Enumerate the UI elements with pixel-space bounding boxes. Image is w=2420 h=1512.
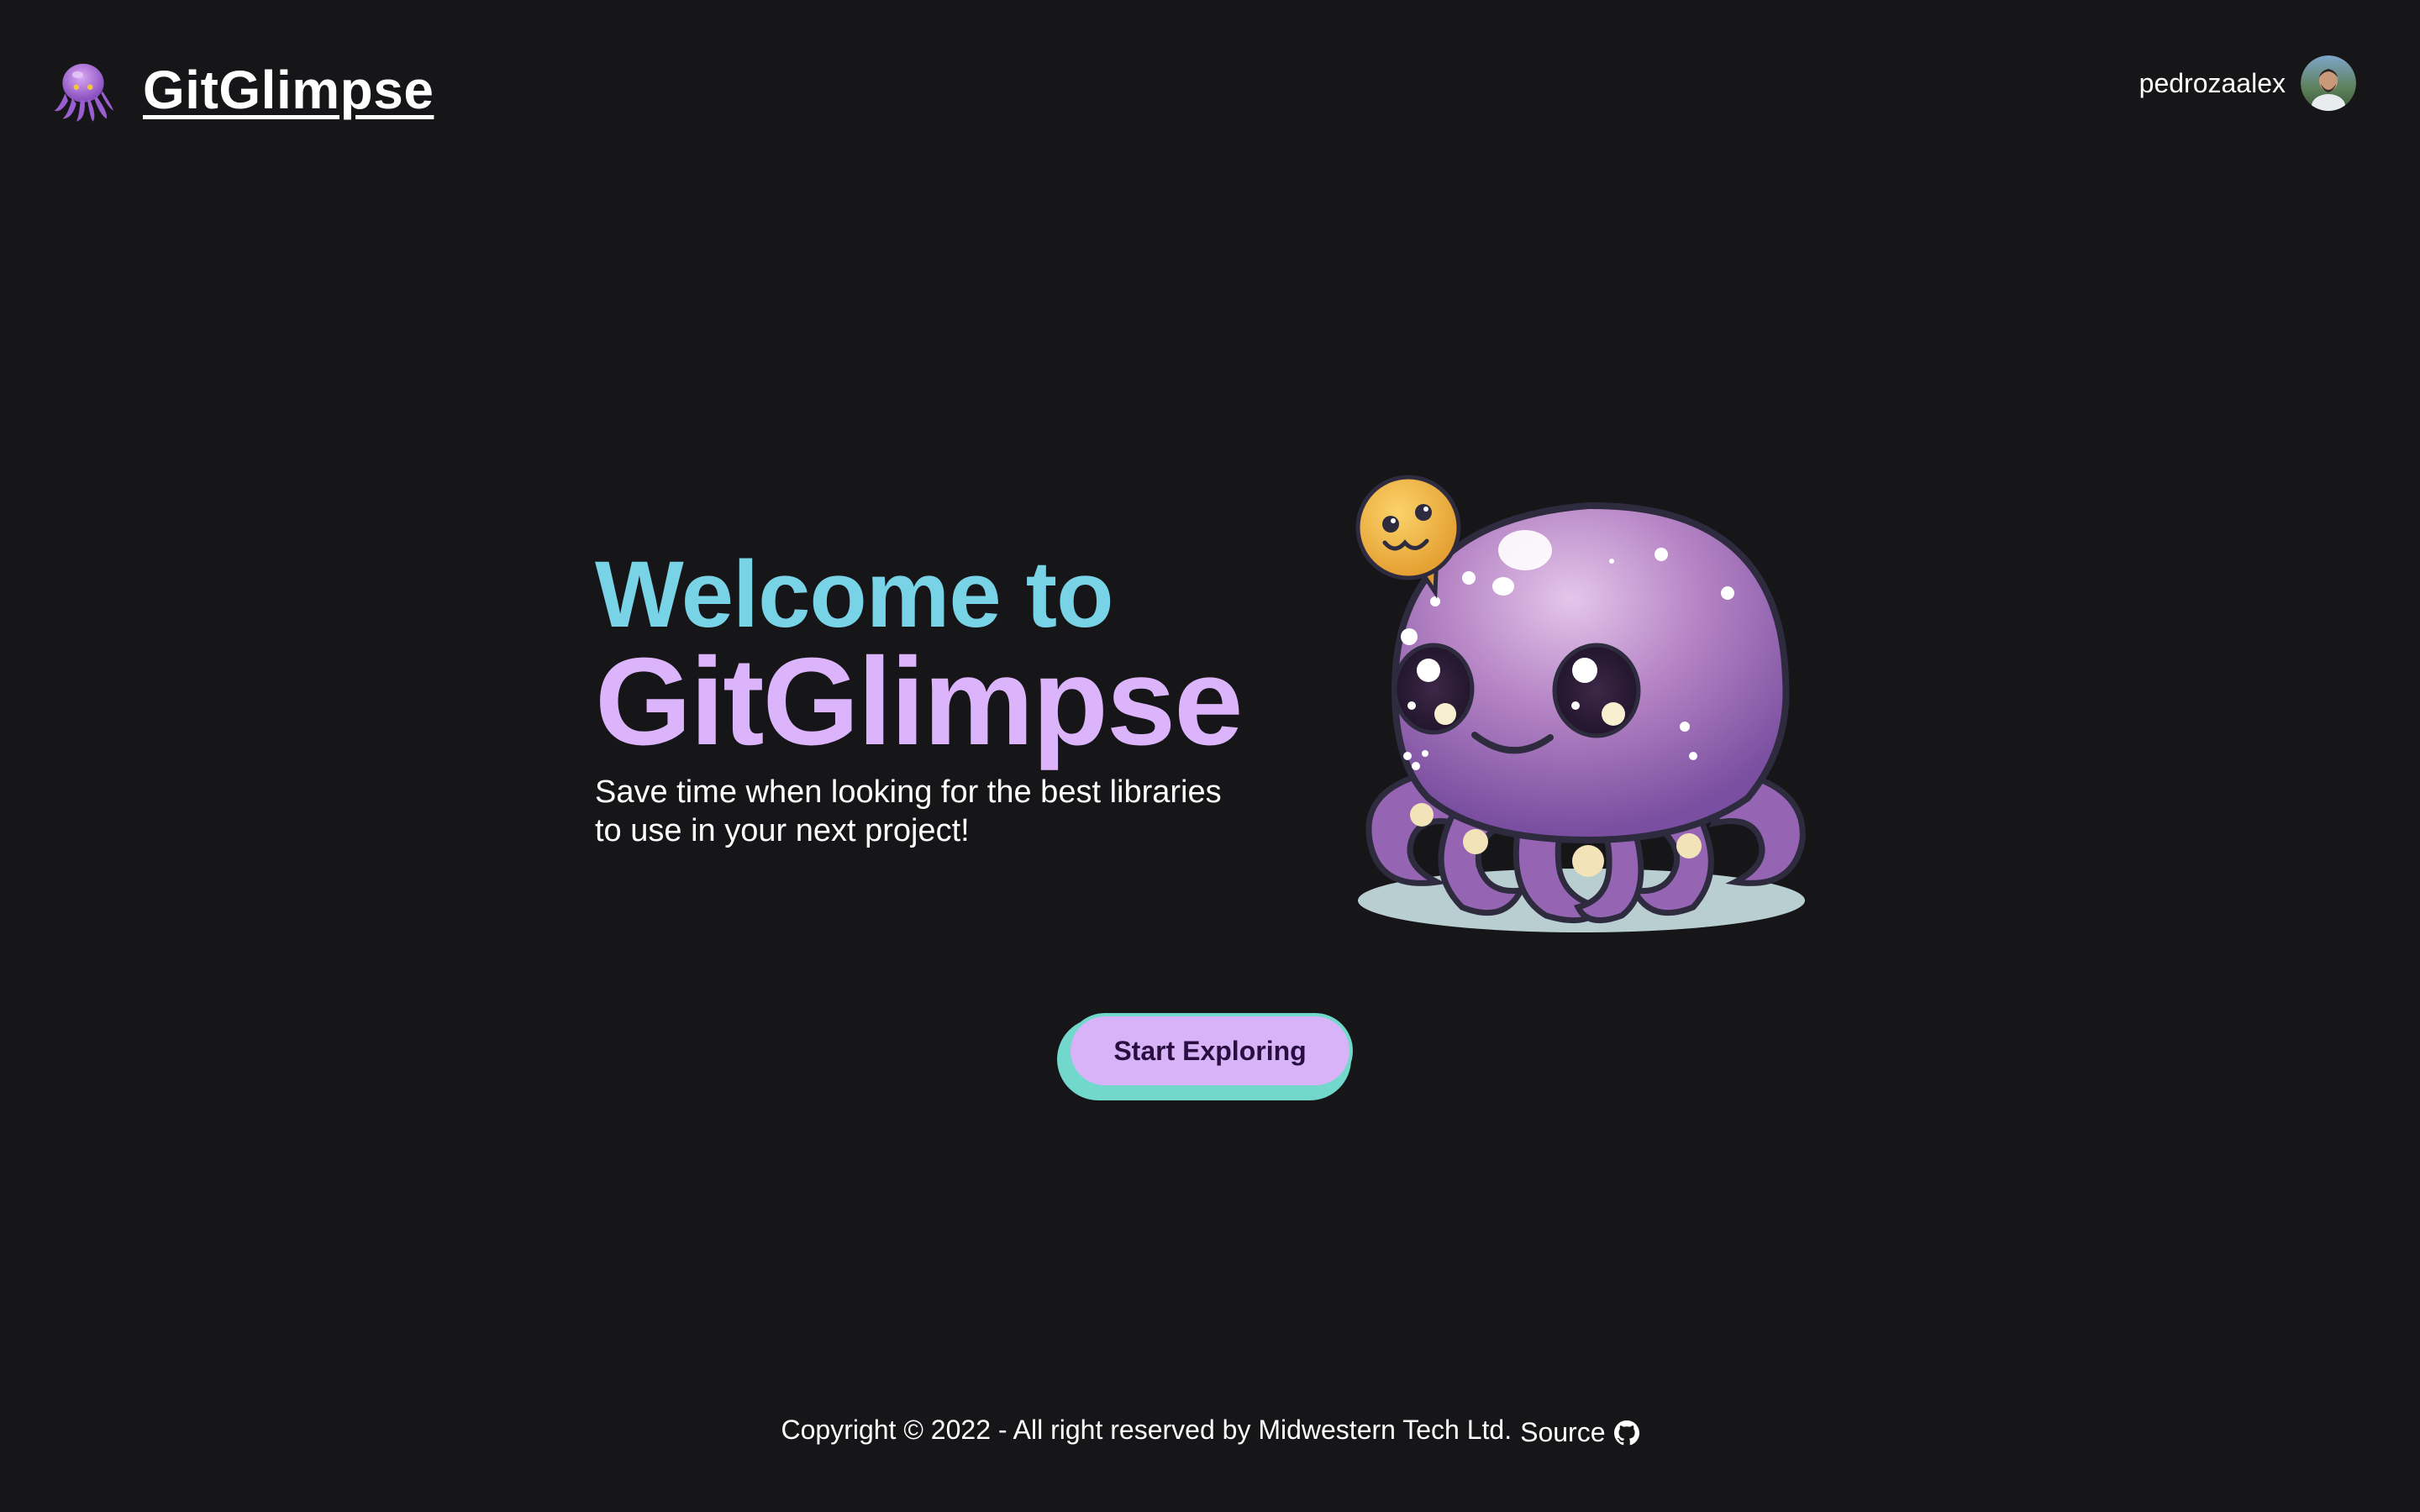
hero-app-name: GitGlimpse: [595, 633, 1244, 771]
source-link[interactable]: Source: [1520, 1417, 1639, 1448]
user-menu[interactable]: pedrozaalex: [2139, 55, 2356, 111]
brand-title[interactable]: GitGlimpse: [143, 59, 434, 121]
username-label[interactable]: pedrozaalex: [2139, 68, 2286, 99]
copyright-text: Copyright © 2022 - All right reserved by…: [781, 1415, 1512, 1445]
hero-subtitle: Save time when looking for the best libr…: [595, 774, 1222, 848]
source-label[interactable]: Source: [1520, 1417, 1605, 1448]
footer: Copyright © 2022 - All right reserved by…: [0, 1415, 2420, 1448]
cta-wrapper: Start Exploring: [1057, 1013, 1356, 1100]
hero-heading-block: Welcome to GitGlimpse Save time when loo…: [595, 546, 1318, 850]
octopus-icon: [54, 63, 114, 122]
brand-home-link[interactable]: GitGlimpse: [49, 55, 434, 124]
github-icon[interactable]: [1613, 1420, 1639, 1446]
landing-page: GitGlimpse pedrozaalex Welcome to GitGli…: [0, 0, 2420, 1512]
hero-welcome-text: Welcome to: [595, 542, 1114, 647]
octopus-mascot-illustration: [1355, 475, 1806, 932]
user-avatar[interactable]: [2301, 55, 2356, 111]
top-navbar: GitGlimpse pedrozaalex: [0, 0, 2420, 185]
start-exploring-button[interactable]: Start Exploring: [1067, 1013, 1353, 1089]
